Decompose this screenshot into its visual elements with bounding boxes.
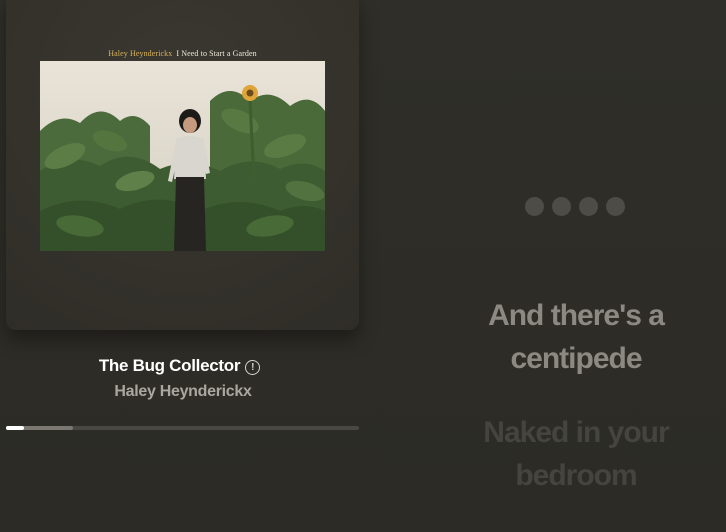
progress-fill <box>6 426 24 430</box>
album-artwork-photo <box>40 61 325 251</box>
now-playing-view: Haley Heynderickx I Need to Start a Garde… <box>0 0 726 532</box>
loading-dot <box>579 197 598 216</box>
album-cover[interactable]: Haley Heynderickx I Need to Start a Garde… <box>6 0 359 330</box>
cover-credit: Haley Heynderickx I Need to Start a Garde… <box>6 49 359 58</box>
loading-dot <box>525 197 544 216</box>
ellipsis-dots-icon <box>525 197 625 216</box>
lyrics-panel: And there's a centipede Naked in your be… <box>426 0 726 532</box>
cover-artist-credit: Haley Heynderickx <box>108 49 173 58</box>
cover-album-title: I Need to Start a Garden <box>176 49 257 58</box>
lyric-line-current[interactable]: And there's a centipede <box>426 294 726 380</box>
track-artist[interactable]: Haley Heynderickx <box>0 383 366 401</box>
artwork-illustration <box>40 61 325 251</box>
loading-dot <box>552 197 571 216</box>
track-title[interactable]: The Bug Collector <box>99 356 241 375</box>
progress-bar[interactable] <box>6 426 359 430</box>
lyric-line-next[interactable]: Naked in your bedroom <box>426 411 726 497</box>
info-circle-icon: ! <box>245 360 261 375</box>
loading-dot <box>606 197 625 216</box>
track-title-row: The Bug Collector! <box>0 356 359 376</box>
